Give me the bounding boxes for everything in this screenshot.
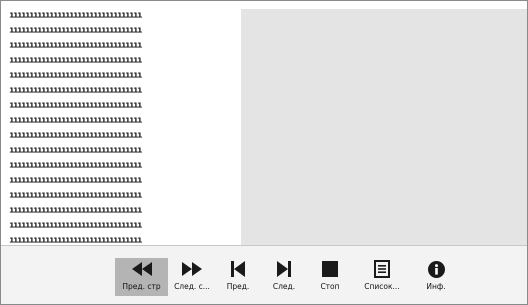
list-icon [374,258,390,280]
text-line: 111111111111111111111111111111111 [9,192,142,200]
next-page-button[interactable]: След. с... [169,258,215,296]
text-line: 111111111111111111111111111111111 [9,42,142,50]
previous-button[interactable]: Пред. [223,258,253,296]
text-line: 111111111111111111111111111111111 [9,72,142,80]
text-line: 111111111111111111111111111111111 [9,207,142,215]
next-label: След. [272,282,296,291]
text-line: 111111111111111111111111111111111 [9,177,142,185]
list-label: Список... [364,282,400,291]
text-line: 111111111111111111111111111111111 [9,162,142,170]
text-line: 111111111111111111111111111111111 [9,222,142,230]
playback-toolbar: Пред. стр След. с... Пред. След. Стоп Сп… [1,245,527,304]
skip-next-icon [277,258,291,280]
previous-page-button[interactable]: Пред. стр [115,258,168,296]
text-line: 111111111111111111111111111111111 [9,87,142,95]
stop-button[interactable]: Стоп [315,258,345,296]
previous-label: Пред. [226,282,250,291]
stop-icon [322,258,338,280]
text-line: 111111111111111111111111111111111 [9,27,142,35]
text-line: 111111111111111111111111111111111 [9,117,142,125]
fast-forward-icon [182,258,202,280]
next-page-label: След. с... [174,282,210,291]
text-line: 111111111111111111111111111111111 [9,57,142,65]
app-window: 111111111111111111111111111111111 111111… [0,0,528,305]
text-line: 111111111111111111111111111111111 [9,12,142,20]
text-document-panel[interactable]: 111111111111111111111111111111111 111111… [1,9,241,245]
skip-previous-icon [231,258,245,280]
text-line: 111111111111111111111111111111111 [9,132,142,140]
previous-page-label: Пред. стр [122,282,161,291]
text-line: 111111111111111111111111111111111 [9,102,142,110]
text-line: 111111111111111111111111111111111 [9,237,142,245]
rewind-icon [131,258,152,280]
next-button[interactable]: След. [269,258,299,296]
text-line: 111111111111111111111111111111111 [9,147,142,155]
info-icon [427,258,445,280]
info-label: Инф. [426,282,446,291]
stop-label: Стоп [320,282,340,291]
info-button[interactable]: Инф. [421,258,451,296]
preview-area [241,9,527,245]
list-button[interactable]: Список... [359,258,405,296]
